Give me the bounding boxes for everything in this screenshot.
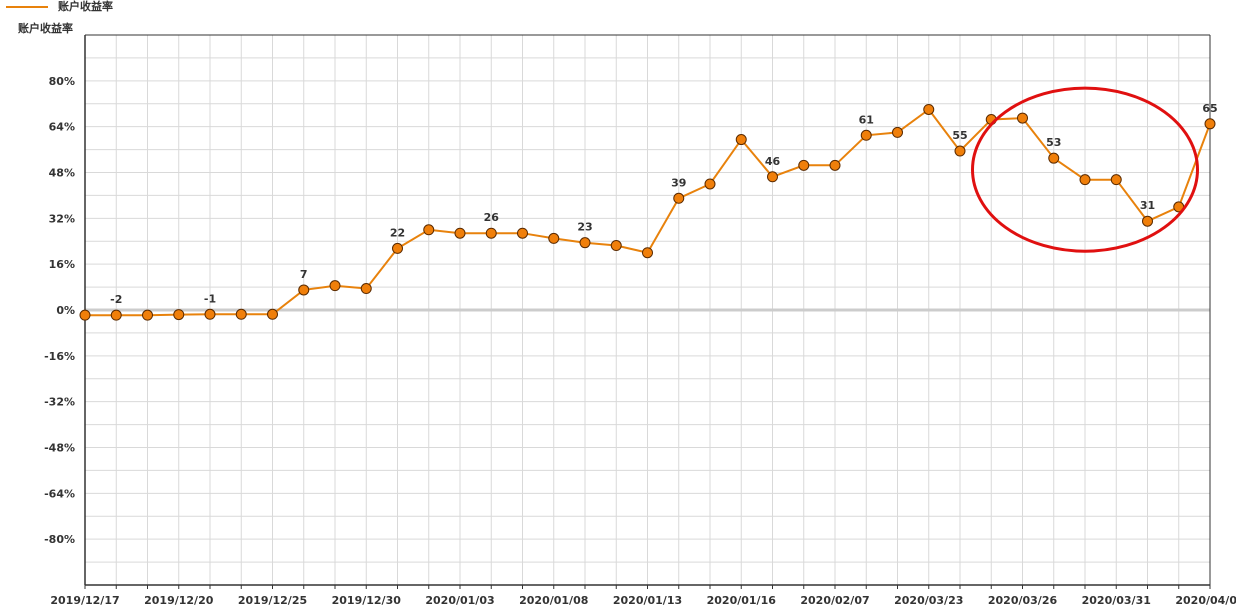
data-label: -1: [204, 292, 216, 305]
data-point: [173, 309, 185, 321]
label-layer: -2 -1 7 22 26 23 39 46 61 55 53 31 65: [110, 102, 1218, 306]
data-point: [673, 192, 685, 204]
x-tick-label: 2020/02/07: [800, 594, 869, 607]
data-point: [267, 308, 278, 320]
data-point: [579, 237, 591, 249]
data-point: [142, 309, 153, 321]
data-point: [860, 129, 872, 141]
data-label: 22: [390, 226, 405, 239]
y-tick-label: -80%: [44, 533, 75, 546]
data-label: 53: [1046, 136, 1061, 149]
data-point: [1079, 174, 1091, 186]
y-tick-label: -16%: [44, 350, 75, 363]
y-axis-title: 账户收益率: [18, 21, 73, 35]
line-chart: 账户收益率 80% 64% 48% 32% 16% 0% -16% -32% -48% -64% -8…: [18, 21, 1236, 607]
data-point: [235, 308, 247, 320]
y-tick-label: -64%: [44, 487, 75, 500]
data-point: [360, 283, 372, 295]
data-point: [1110, 174, 1122, 186]
x-tick-label: 2020/01/03: [425, 594, 494, 607]
data-label: 26: [484, 211, 500, 224]
x-tick-label: 2020/04/03: [1175, 594, 1236, 607]
data-point: [704, 178, 716, 190]
data-label: 7: [300, 268, 308, 281]
x-tick-label: 2020/01/13: [613, 594, 682, 607]
data-label: 39: [671, 176, 686, 189]
data-point: [1048, 152, 1060, 164]
y-tick-label: 80%: [49, 75, 75, 88]
data-point: [298, 284, 310, 296]
x-tick-label: 2019/12/30: [332, 594, 402, 607]
x-tick-label: 2020/03/23: [894, 594, 963, 607]
data-point: [1204, 118, 1216, 130]
grid-layer: [84, 35, 1211, 585]
data-point: [485, 227, 497, 239]
data-label: 61: [859, 113, 874, 126]
data-point: [610, 240, 622, 252]
data-label: 31: [1140, 199, 1155, 212]
y-tick-label: -48%: [44, 442, 75, 455]
data-point: [392, 242, 403, 254]
data-point: [954, 145, 966, 157]
data-point: [79, 309, 91, 321]
data-point: [923, 103, 935, 115]
data-point: [548, 232, 560, 244]
y-tick-label: 48%: [49, 167, 75, 180]
data-point: [423, 224, 435, 236]
x-tick-label: 2019/12/17: [50, 594, 119, 607]
x-tick-label: 2020/03/31: [1082, 594, 1151, 607]
data-label: -2: [110, 293, 122, 306]
data-point: [517, 227, 528, 239]
data-point: [1017, 112, 1028, 124]
data-point: [767, 171, 778, 183]
data-point: [829, 159, 841, 171]
data-point: [892, 126, 903, 138]
y-tick-label: 64%: [49, 121, 75, 134]
x-tick-label: 2019/12/25: [238, 594, 307, 607]
y-tick-label: -32%: [44, 396, 75, 409]
x-tick-label: 2019/12/20: [144, 594, 214, 607]
data-label: 65: [1202, 102, 1217, 115]
x-tick-label: 2020/01/08: [519, 594, 588, 607]
data-point: [110, 309, 122, 321]
data-point: [735, 134, 747, 146]
data-label: 55: [952, 129, 967, 142]
data-point: [204, 308, 216, 320]
data-point: [798, 159, 810, 171]
data-point: [329, 280, 341, 292]
data-label: 23: [577, 221, 592, 234]
y-tick-label: 0%: [56, 304, 75, 317]
data-point: [1142, 215, 1153, 227]
data-point: [454, 227, 466, 239]
data-label: 46: [765, 155, 781, 168]
data-point: [642, 247, 653, 259]
x-tick-label: 2020/03/26: [988, 594, 1058, 607]
y-tick-label: 16%: [49, 258, 75, 271]
x-tick-label: 2020/01/16: [707, 594, 777, 607]
y-tick-label: 32%: [49, 212, 75, 225]
